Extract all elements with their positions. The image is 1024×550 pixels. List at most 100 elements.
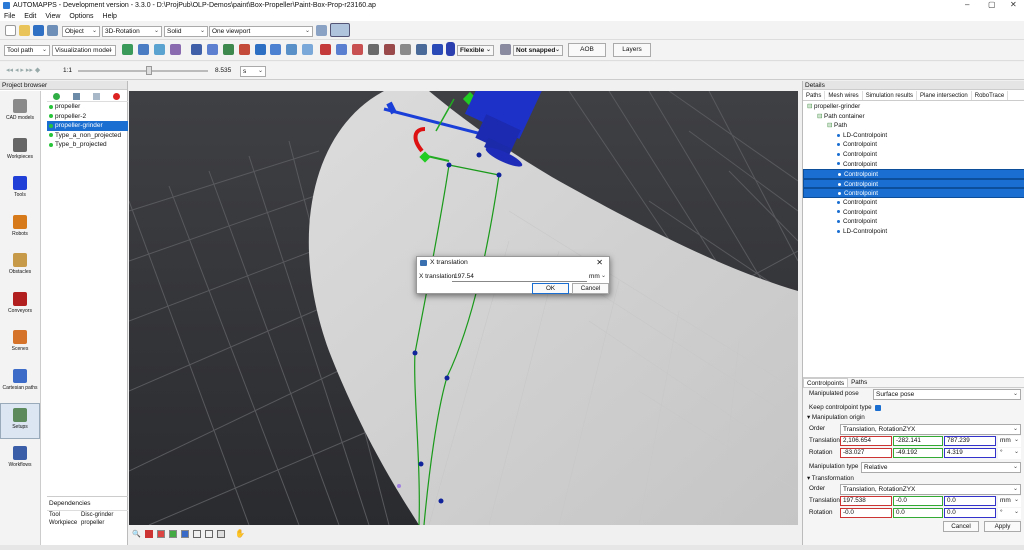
view-top-icon[interactable] [193,530,201,538]
controlpoint-item[interactable]: Controlpoint [803,208,1024,218]
transform-translation-x[interactable]: 197.538 [840,496,892,506]
category-obstacles[interactable]: Obstacles [0,249,40,285]
path-tree-node[interactable]: ⊟ propeller-grinder [803,102,1024,112]
transform-rotation-y[interactable]: 0.0 [893,508,943,518]
category-tools[interactable]: Tools [0,172,40,208]
sequence-icon[interactable] [432,44,443,55]
delete-icon[interactable] [113,93,120,100]
origin-rotation-y[interactable]: -49.192 [893,448,943,458]
scissor-icon[interactable] [352,44,363,55]
controlpoint-item[interactable]: Controlpoint [803,178,1024,189]
pan-hand-icon[interactable]: ✋ [235,529,245,538]
close-button[interactable]: ✕ [1010,0,1017,9]
maximize-button[interactable]: ▢ [988,0,996,9]
transform-rotation-unit[interactable]: ° ⌄ [998,508,1021,519]
layers-button[interactable]: Layers [613,43,651,57]
view-iso-icon[interactable] [217,530,225,538]
menu-edit[interactable]: Edit [24,13,36,20]
controlpoint-item[interactable]: Controlpoint [803,169,1024,179]
category-cartesian-paths[interactable]: Cartesian paths [0,365,40,401]
new-file-icon[interactable] [5,25,16,36]
path-tree-node[interactable]: ⊟ Path container [803,112,1024,122]
transform-translation-unit[interactable]: mm ⌄ [998,496,1021,507]
tree-item[interactable]: propeller [47,102,128,112]
menu-options[interactable]: Options [69,13,93,20]
category-cad-models[interactable]: CAD models [0,95,40,131]
layers-icon[interactable] [302,44,313,55]
transform-rotation-x[interactable]: -0.0 [840,508,892,518]
category-conveyors[interactable]: Conveyors [0,288,40,324]
category-robots[interactable]: Robots [0,211,40,247]
flexible-select[interactable]: Flexible ⌄ [457,45,494,56]
origin-rotation-z[interactable]: 4.319 [944,448,996,458]
controlpoint-item[interactable]: Controlpoint [803,150,1024,160]
merge-icon[interactable] [400,44,411,55]
points-icon[interactable] [207,44,218,55]
view-left-icon[interactable] [169,530,177,538]
origin-order-select[interactable]: Translation, RotationZYX ⌄ [840,424,1021,435]
connect-icon[interactable] [336,44,347,55]
open-folder-icon[interactable] [19,25,30,36]
controlpoint-item[interactable]: LD-Controlpoint [803,227,1024,237]
props-apply-button[interactable]: Apply [984,521,1021,532]
viewport-layout-icon[interactable] [316,25,327,36]
model-select[interactable]: Visualization model ⌄ [52,45,116,56]
tab-plane-intersection[interactable]: Plane intersection [917,91,972,100]
transformation-header[interactable]: ▾ Transformation [807,474,854,483]
manipulation-type-select[interactable]: Relative ⌄ [861,462,1021,473]
transform-translation-z[interactable]: 0.0 [944,496,996,506]
tab-paths-props[interactable]: Paths [848,378,870,387]
tab-controlpoints[interactable]: Controlpoints [803,378,849,387]
target-icon[interactable] [239,44,250,55]
tool-cylinder-icon[interactable] [446,42,455,56]
save-all-icon[interactable] [47,25,58,36]
controlpoint-item[interactable]: Controlpoint [803,198,1024,208]
view-bottom-icon[interactable] [205,530,213,538]
time-slider-track[interactable] [78,70,208,72]
keep-type-checkbox[interactable] [875,405,881,411]
brush-icon[interactable] [368,44,379,55]
object-type-select[interactable]: Tool path ⌄ [4,45,50,56]
path-lines-icon[interactable] [154,44,165,55]
cut-icon[interactable] [320,44,331,55]
tree-item[interactable]: propeller-2 [47,112,128,122]
transform-rotation-z[interactable]: 0.0 [944,508,996,518]
menu-view[interactable]: View [45,13,60,20]
3d-viewport[interactable] [129,91,798,525]
origin-translation-unit[interactable]: mm ⌄ [998,436,1021,447]
origin-rotation-unit[interactable]: ° ⌄ [998,448,1021,459]
tree-item[interactable]: Type_a_non_projected [47,131,128,141]
view-front-icon[interactable] [145,530,153,538]
manipulated-pose-select[interactable]: Surface pose ⌄ [873,389,1021,400]
minimize-button[interactable]: – [965,0,969,9]
origin-translation-z[interactable]: 787.239 [944,436,996,446]
view-back-icon[interactable] [157,530,165,538]
snap-select[interactable]: Not snapped ⌄ [513,45,563,56]
category-workpieces[interactable]: Workpieces [0,134,40,170]
tab-simulation-results[interactable]: Simulation results [863,91,918,100]
aob-button[interactable]: AOB [568,43,606,57]
time-slider-handle[interactable] [146,66,152,75]
tab-mesh-wires[interactable]: Mesh wires [825,91,863,100]
menu-file[interactable]: File [4,13,15,20]
path-grid-icon[interactable] [138,44,149,55]
wave-icon[interactable] [255,44,266,55]
transform-order-select[interactable]: Translation, RotationZYX ⌄ [840,484,1021,495]
controlpoint-item[interactable]: Controlpoint [803,188,1024,198]
snap-icon[interactable] [500,44,511,55]
copy-icon[interactable] [93,93,100,100]
category-scenes[interactable]: Scenes [0,326,40,362]
tab-paths[interactable]: Paths [803,91,826,100]
playback-controls[interactable]: ◂◂ ◂ ▸ ▸▸ ◆ [6,66,40,74]
path-tool-icon[interactable] [122,44,133,55]
controlpoint-item[interactable]: Controlpoint [803,160,1024,170]
viewport-select[interactable]: One viewport ⌄ [209,26,313,37]
origin-rotation-x[interactable]: -83.027 [840,448,892,458]
curve-icon[interactable] [270,44,281,55]
erase-icon[interactable] [384,44,395,55]
category-setups[interactable]: Setups [0,403,40,439]
controlpoint-item[interactable]: Controlpoint [803,140,1024,150]
mode-select[interactable]: Object ⌄ [62,26,100,37]
save-icon[interactable] [33,25,44,36]
screen-icon[interactable] [330,23,350,37]
